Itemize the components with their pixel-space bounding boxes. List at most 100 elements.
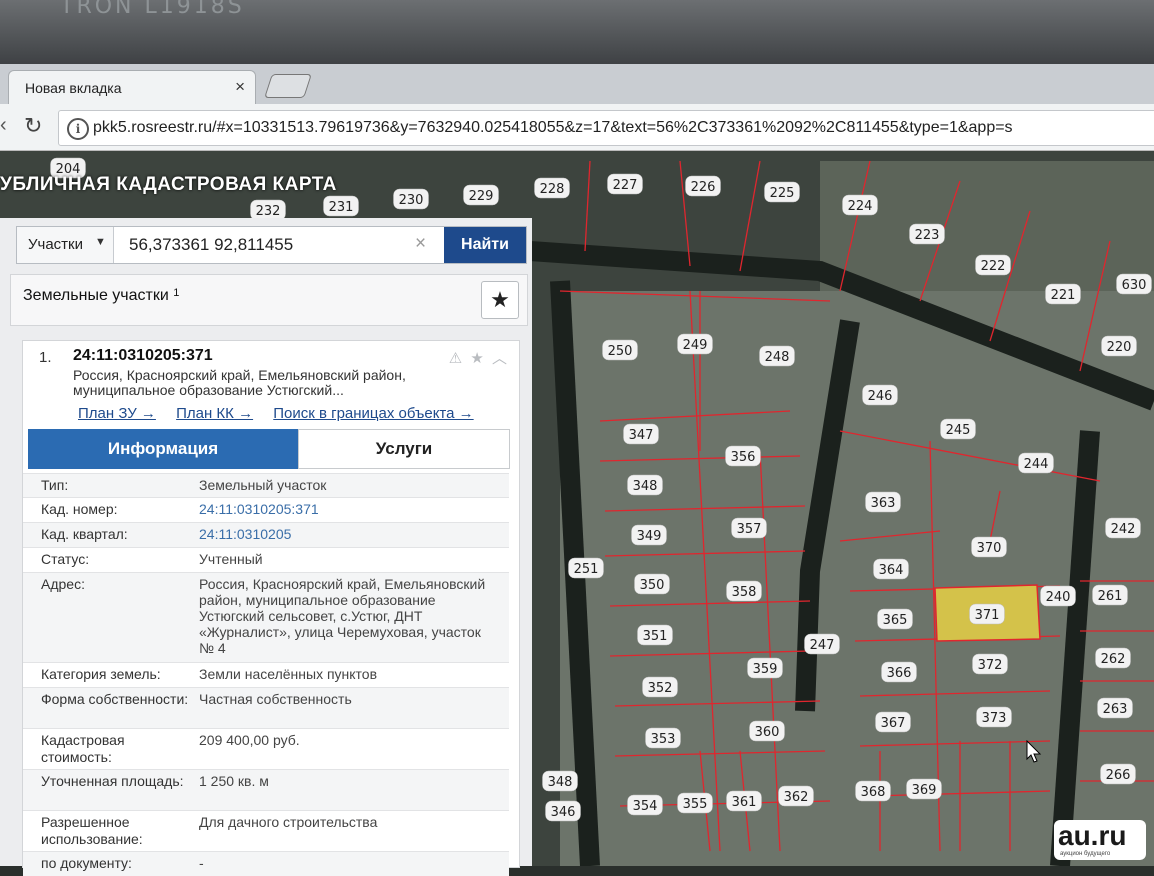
parcel-label: 346 bbox=[551, 805, 576, 820]
results-count: 1 bbox=[173, 287, 180, 299]
info-row-key: Кад. номер: bbox=[41, 501, 118, 517]
parcel-label: 226 bbox=[691, 180, 716, 195]
info-row-value[interactable]: 24:11:0310205:371 bbox=[199, 501, 499, 517]
browser-tab[interactable]: Новая вкладка × bbox=[8, 70, 256, 105]
parcel-label: 351 bbox=[643, 629, 668, 644]
parcel-label: 363 bbox=[871, 496, 896, 511]
result-cad-number[interactable]: 24:11:0310205:371 bbox=[73, 347, 213, 365]
parcel-label: 232 bbox=[256, 204, 281, 219]
parcel-label: 220 bbox=[1107, 340, 1132, 355]
plan-zu-link[interactable]: План ЗУ → bbox=[78, 405, 156, 422]
reload-icon[interactable]: ↻ bbox=[24, 113, 42, 139]
info-row-key: Статус: bbox=[41, 551, 90, 567]
parcel-label: 370 bbox=[977, 541, 1002, 556]
info-row-value: Частная собственность bbox=[199, 691, 352, 707]
parcel-label: 357 bbox=[737, 522, 762, 537]
info-row-value: Учтенный bbox=[199, 551, 263, 567]
card-tabs: Информация Услуги bbox=[28, 429, 510, 469]
parcel-label: 365 bbox=[883, 613, 908, 628]
search-input[interactable] bbox=[115, 228, 431, 262]
result-address: Россия, Красноярский край, Емельяновский… bbox=[73, 367, 406, 398]
parcel-label: 350 bbox=[640, 578, 665, 593]
parcel-label: 360 bbox=[755, 725, 780, 740]
parcel-label: 227 bbox=[613, 178, 638, 193]
info-row-value: Для дачного строительства bbox=[199, 814, 378, 830]
parcel-label: 356 bbox=[731, 450, 756, 465]
map-title: УБЛИЧНАЯ КАДАСТРОВАЯ КАРТА bbox=[0, 174, 337, 195]
parcel-label: 228 bbox=[540, 182, 565, 197]
parcel-label: 364 bbox=[879, 563, 904, 578]
info-row: Разрешенное использование: Для дачного ст… bbox=[23, 810, 509, 851]
parcel-label: 261 bbox=[1098, 589, 1123, 604]
result-links: План ЗУ → План КК → Поиск в границах объ… bbox=[78, 405, 490, 422]
search-in-bounds-link[interactable]: Поиск в границах объекта → bbox=[273, 405, 473, 422]
info-row-key: Кад. квартал: bbox=[41, 526, 128, 542]
tab-information[interactable]: Информация bbox=[28, 429, 298, 469]
info-row: по документу: - bbox=[23, 851, 509, 876]
plan-kk-link[interactable]: План КК → bbox=[176, 405, 253, 422]
new-tab-button[interactable] bbox=[264, 74, 312, 98]
info-row-key: Уточненная площадь: bbox=[41, 773, 184, 789]
info-row-value: Россия, Красноярский край, Емельяновский… bbox=[199, 576, 486, 656]
parcel-label: 347 bbox=[629, 428, 654, 443]
parcel-label: 369 bbox=[912, 783, 937, 798]
monitor-brand: TRON L1918S bbox=[60, 0, 245, 19]
card-action-icons[interactable]: ⚠ ★ ︿ bbox=[449, 347, 509, 368]
parcel-label: 229 bbox=[469, 189, 494, 204]
parcel-label: 251 bbox=[574, 562, 599, 577]
info-row-value: Земли населённых пунктов bbox=[199, 666, 378, 682]
search-type-select[interactable]: Участки ▼ bbox=[17, 227, 114, 263]
tab-title: Новая вкладка bbox=[25, 80, 122, 96]
mouse-cursor-icon bbox=[1026, 740, 1042, 763]
info-row-value: 1 250 кв. м bbox=[199, 773, 269, 789]
info-row: Уточненная площадь: 1 250 кв. м bbox=[23, 769, 509, 810]
parcel-label: 250 bbox=[608, 344, 633, 359]
address-bar[interactable]: i pkk5.rosreestr.ru/#x=10331513.79619736… bbox=[58, 110, 1154, 146]
parcel-label: 368 bbox=[861, 785, 886, 800]
parcel-label: 230 bbox=[399, 193, 424, 208]
parcel-label: 248 bbox=[765, 350, 790, 365]
info-row-value: - bbox=[199, 855, 204, 871]
parcel-label: 231 bbox=[329, 200, 354, 215]
back-arrow-icon[interactable]: ‹ bbox=[0, 114, 7, 137]
info-row: Категория земель: Земли населённых пункто… bbox=[23, 662, 509, 687]
parcel-label: 221 bbox=[1051, 288, 1076, 303]
parcel-label: 240 bbox=[1046, 590, 1071, 605]
favorite-star-button[interactable]: ★ bbox=[481, 281, 519, 319]
parcel-label: 354 bbox=[633, 799, 658, 814]
parcel-label: 262 bbox=[1101, 652, 1126, 667]
watermark-text: au.ru bbox=[1058, 820, 1127, 851]
site-info-icon[interactable]: i bbox=[67, 118, 89, 140]
info-row: Кадастровая стоимость: 209 400,00 руб. bbox=[23, 728, 509, 769]
parcel-label: 367 bbox=[881, 716, 906, 731]
info-row: Адрес: Россия, Красноярский край, Емельян… bbox=[23, 572, 509, 662]
parcel-label: 362 bbox=[784, 790, 809, 805]
clear-search-icon[interactable]: × bbox=[415, 233, 426, 255]
parcel-label: 630 bbox=[1122, 278, 1147, 293]
parcel-label: 348 bbox=[548, 775, 573, 790]
url-text[interactable]: pkk5.rosreestr.ru/#x=10331513.79619736&y… bbox=[93, 119, 1013, 137]
info-row-value: Земельный участок bbox=[199, 477, 327, 493]
info-row: Статус: Учтенный bbox=[23, 547, 509, 572]
monitor-bezel: TRON L1918S bbox=[0, 0, 1154, 66]
parcel-label: 373 bbox=[982, 711, 1007, 726]
parcel-label: 246 bbox=[868, 389, 893, 404]
tab-services[interactable]: Услуги bbox=[298, 429, 510, 469]
parcel-label: 359 bbox=[753, 662, 778, 677]
parcel-label: 224 bbox=[848, 199, 873, 214]
browser-tab-bar: Новая вкладка × bbox=[0, 64, 1154, 105]
parcel-label: 223 bbox=[915, 228, 940, 243]
parcel-label: 244 bbox=[1024, 457, 1049, 472]
info-row-key: Форма собственности: bbox=[41, 691, 189, 707]
info-row-value[interactable]: 24:11:0310205 bbox=[199, 526, 499, 542]
search-bar: Участки ▼ × Найти bbox=[16, 226, 527, 264]
info-row-key: по документу: bbox=[41, 855, 132, 871]
tab-close-icon[interactable]: × bbox=[235, 77, 245, 97]
find-button[interactable]: Найти bbox=[444, 227, 526, 263]
parcel-label: 355 bbox=[683, 797, 708, 812]
result-card: 1. 24:11:0310205:371 ⚠ ★ ︿ Россия, Красн… bbox=[22, 340, 520, 876]
parcel-label: 372 bbox=[978, 658, 1003, 673]
browser-toolbar: ‹ ↻ i pkk5.rosreestr.ru/#x=10331513.7961… bbox=[0, 104, 1154, 151]
info-row-value: 209 400,00 руб. bbox=[199, 732, 300, 748]
result-index: 1. bbox=[39, 349, 52, 366]
